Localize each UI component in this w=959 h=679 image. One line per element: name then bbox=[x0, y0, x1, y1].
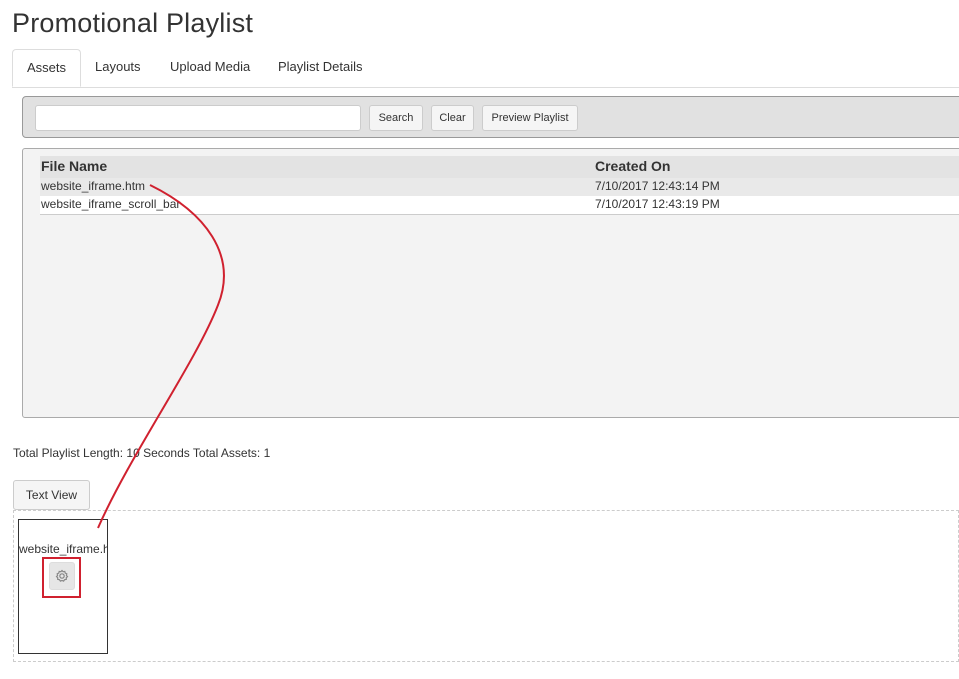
annotation-arrow bbox=[97, 184, 225, 529]
